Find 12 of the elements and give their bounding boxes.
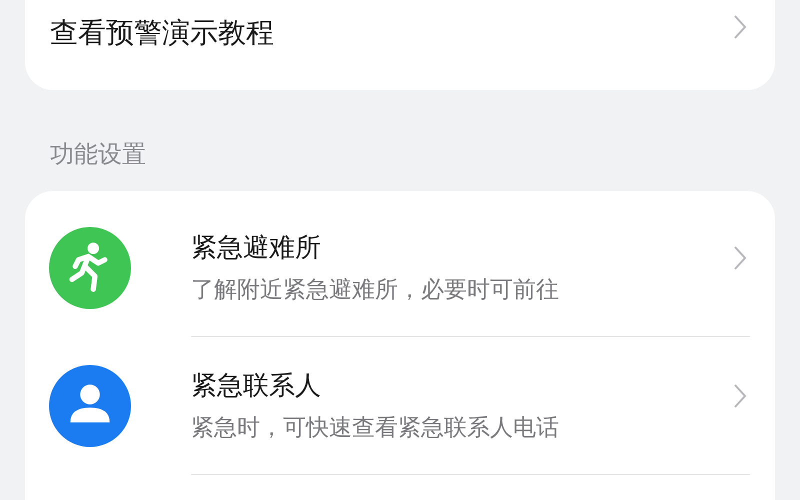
item-subtitle: 紧急时，可快速查看紧急联系人电话 [191,414,560,442]
chevron-right-icon [733,14,747,40]
list-item[interactable]: 紧急避难所 了解附近紧急避难所，必要时可前往 [25,199,775,337]
chevron-right-icon [733,244,747,270]
item-subtitle: 了解附近紧急避难所，必要时可前往 [191,276,560,304]
list-item[interactable]: 紧急联系人 紧急时，可快速查看紧急联系人电话 [25,337,775,475]
section-title: 功能设置 [49,139,147,170]
item-title: 紧急联系人 [191,370,322,402]
chevron-right-icon [733,382,747,408]
item-title: 紧急避难所 [191,232,322,264]
item-label: 查看预警演示教程 [50,15,274,51]
menu-item[interactable]: 查看预警演示教程 [25,0,775,90]
